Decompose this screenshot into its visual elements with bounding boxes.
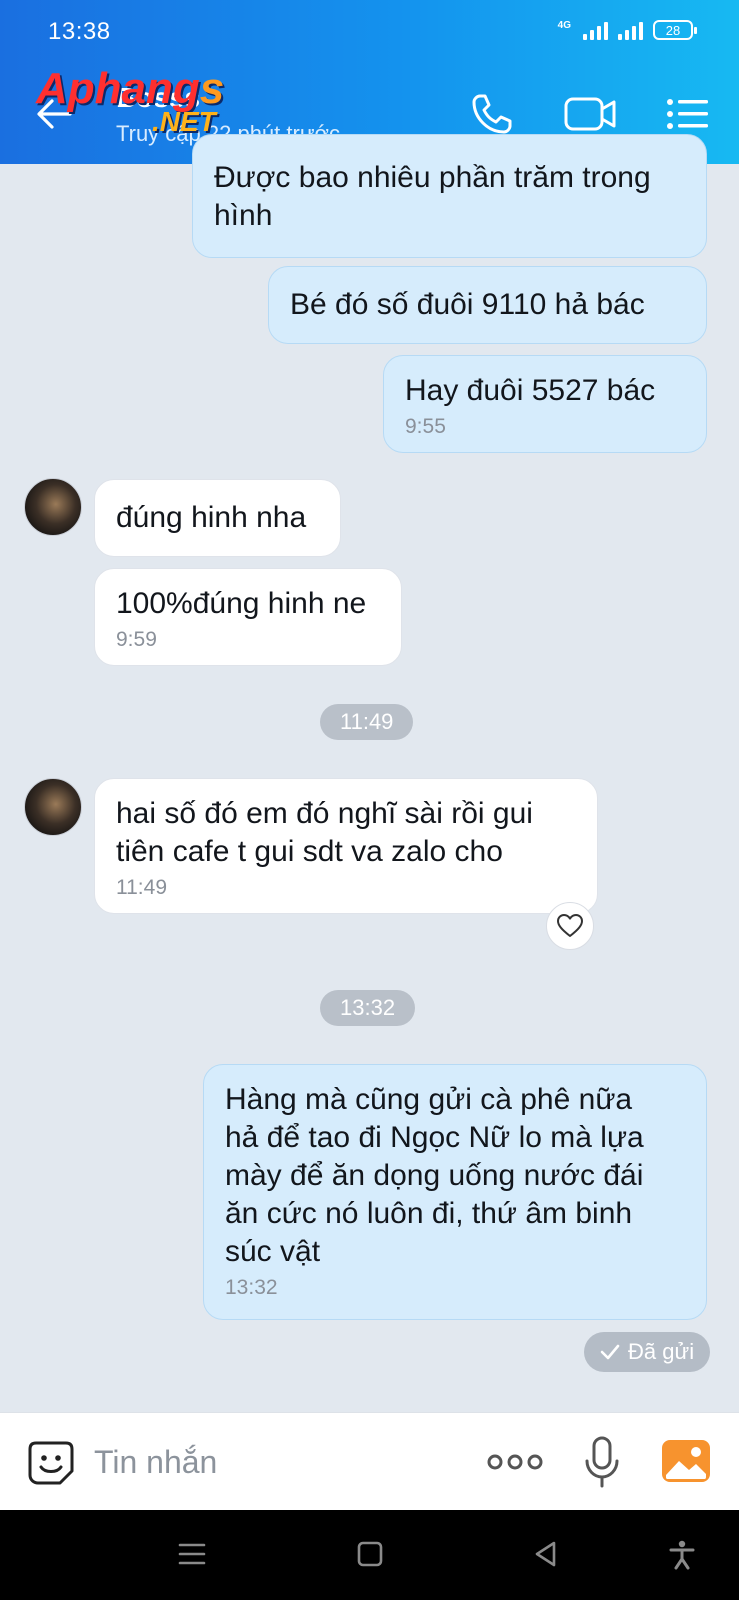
- message-bubble-incoming[interactable]: 100%đúng hinh ne 9:59: [94, 568, 402, 666]
- message-bubble-outgoing[interactable]: Hàng mà cũng gửi cà phê nữa hả để tao đi…: [203, 1064, 707, 1320]
- recents-icon[interactable]: [178, 1540, 206, 1568]
- signal-icon-2: [618, 20, 643, 40]
- message-text: đúng hinh nha: [116, 501, 307, 534]
- reaction-heart-button[interactable]: [546, 902, 594, 950]
- message-text: Được bao nhiêu phần trăm trong: [214, 161, 651, 194]
- message-text: tiên cafe t gui sdt va zalo cho: [116, 835, 503, 868]
- status-time: 13:38: [48, 18, 111, 45]
- chat-area[interactable]: Được bao nhiêu phần trăm trong hình Bé đ…: [0, 134, 739, 1412]
- message-time: 11:49: [116, 876, 167, 899]
- message-bubble-incoming[interactable]: hai số đó em đó nghĩ sài rồi gui tiên ca…: [94, 778, 598, 914]
- menu-icon[interactable]: [664, 90, 712, 138]
- emoji-sticker-icon[interactable]: [26, 1437, 76, 1487]
- battery-icon: 28: [653, 20, 697, 40]
- message-text: súc vật: [225, 1235, 321, 1268]
- sent-status-badge: Đã gửi: [584, 1332, 711, 1372]
- video-call-icon[interactable]: [562, 90, 618, 138]
- message-text: 100%đúng hinh ne: [116, 587, 367, 620]
- message-time: 9:59: [116, 628, 157, 651]
- message-text: Hàng mà cũng gửi cà phê nữa: [225, 1083, 633, 1116]
- message-text: mày để ăn dọng uống nước đái: [225, 1159, 644, 1192]
- back-nav-icon[interactable]: [532, 1540, 560, 1568]
- message-bubble-outgoing[interactable]: Hay đuôi 5527 bác 9:55: [383, 355, 707, 453]
- sent-status-label: Đã gửi: [628, 1339, 695, 1364]
- message-input[interactable]: [94, 1437, 454, 1487]
- more-options-icon[interactable]: [486, 1449, 544, 1475]
- status-indicators: 4G 28: [557, 20, 697, 40]
- microphone-icon[interactable]: [582, 1435, 622, 1489]
- message-text: ăn cức nó luôn đi, thứ âm binh: [225, 1197, 633, 1230]
- signal-icon: [583, 20, 608, 40]
- status-bar: 13:38 4G 28: [0, 0, 739, 64]
- accessibility-icon[interactable]: [668, 1540, 696, 1570]
- time-separator: 13:32: [320, 990, 416, 1026]
- message-text: hình: [214, 199, 273, 232]
- network-type: 4G: [557, 20, 571, 31]
- gallery-image-icon[interactable]: [660, 1437, 712, 1485]
- message-bubble-outgoing[interactable]: Bé đó số đuôi 9110 hả bác: [268, 266, 707, 344]
- contact-avatar[interactable]: [24, 778, 82, 836]
- message-text: hả để tao đi Ngọc Nữ lo mà lựa: [225, 1121, 644, 1154]
- contact-avatar[interactable]: [24, 478, 82, 536]
- time-separator: 11:49: [320, 704, 414, 740]
- message-text: hai số đó em đó nghĩ sài rồi gui: [116, 797, 533, 830]
- message-time: 9:55: [405, 415, 446, 438]
- message-bubble-outgoing[interactable]: Được bao nhiêu phần trăm trong hình: [192, 134, 707, 258]
- battery-level: 28: [665, 22, 681, 38]
- phone-call-icon[interactable]: [468, 90, 516, 138]
- message-input-bar: [0, 1412, 739, 1510]
- check-icon: [600, 1344, 620, 1360]
- home-icon[interactable]: [356, 1540, 384, 1568]
- message-text: Hay đuôi 5527 bác: [405, 374, 656, 407]
- message-bubble-incoming[interactable]: đúng hinh nha: [94, 479, 341, 557]
- message-time: 13:32: [225, 1276, 278, 1299]
- watermark-net: .NET: [152, 106, 216, 137]
- message-text: Bé đó số đuôi 9110 hả bác: [290, 288, 645, 321]
- system-nav-bar: [0, 1510, 739, 1600]
- heart-icon: [557, 914, 583, 937]
